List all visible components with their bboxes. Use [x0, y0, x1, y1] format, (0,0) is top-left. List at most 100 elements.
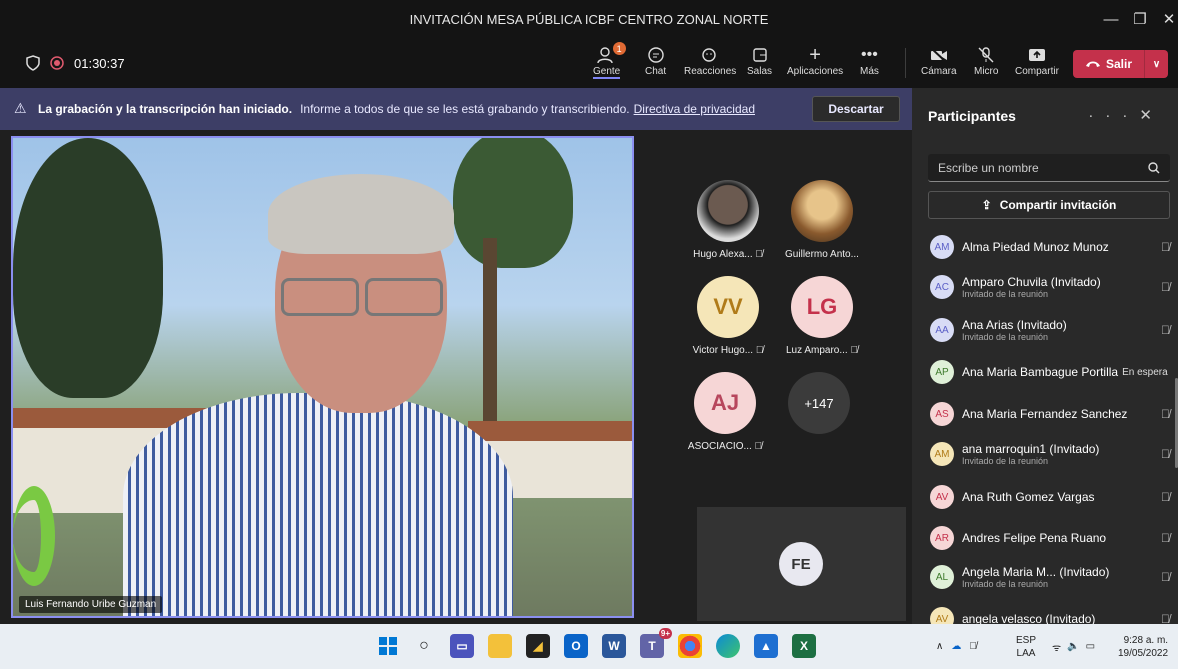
list-item[interactable]: AV Ana Ruth Gomez Vargas 🎙̸ — [930, 485, 1170, 509]
mic-off-icon: 🎙̸ — [850, 345, 858, 356]
avatar — [697, 180, 759, 242]
people-badge: 1 — [612, 42, 626, 55]
search-icon[interactable]: ○ — [412, 634, 436, 658]
start-icon[interactable] — [376, 634, 400, 658]
avatar: LG — [791, 276, 853, 338]
people-button[interactable]: 1 Gente — [593, 42, 626, 79]
list-item[interactable]: AM ana marroquin1 (Invitado) Invitado de … — [930, 442, 1170, 466]
chrome-icon[interactable] — [678, 634, 702, 658]
mic-off-icon — [978, 44, 994, 66]
status-icons[interactable]: ᯤ 🔈 ▭ — [1052, 624, 1095, 669]
teams-badge: 9+ — [658, 628, 672, 639]
sticky-notes-icon[interactable]: ◢ — [526, 634, 550, 658]
apps-button[interactable]: + Aplicaciones — [787, 43, 843, 78]
avatar: AL — [930, 565, 954, 589]
avatar — [791, 180, 853, 242]
photos-icon[interactable]: ▲ — [754, 634, 778, 658]
participant-list: AM Alma Piedad Munoz Munoz 🎙̸ AC Amparo … — [912, 230, 1178, 624]
avatar: AC — [930, 275, 954, 299]
word-icon[interactable]: W — [602, 634, 626, 658]
participant-name: Angela Maria M... (Invitado) — [962, 565, 1110, 579]
teams-icon[interactable]: T 9+ — [640, 628, 672, 658]
list-item[interactable]: AV angela velasco (Invitado) 🎙̸ — [930, 607, 1170, 624]
participant-tile[interactable]: Hugo Alexa... 🎙̸ — [683, 180, 773, 260]
list-item[interactable]: AL Angela Maria M... (Invitado) Invitado … — [930, 565, 1170, 589]
system-tray: ∧ ☁ 🎙̸ — [936, 624, 977, 669]
more-icon: ••• — [861, 46, 878, 63]
chevron-down-icon: ∨ — [1152, 58, 1161, 70]
list-item[interactable]: AS Ana Maria Fernandez Sanchez 🎙̸ — [930, 402, 1170, 426]
privacy-link[interactable]: Directiva de privacidad — [634, 102, 755, 116]
share-invitation-button[interactable]: ⇪ Compartir invitación — [928, 191, 1170, 219]
participant-tile[interactable]: VV Victor Hugo... 🎙̸ — [683, 276, 773, 356]
participant-name: Ana Arias (Invitado) — [962, 318, 1067, 332]
share-button[interactable]: Compartir — [1015, 44, 1059, 77]
avatar: VV — [697, 276, 759, 338]
reactions-button[interactable]: Reacciones — [684, 44, 736, 77]
chevron-up-icon[interactable]: ∧ — [936, 641, 943, 652]
main-video[interactable]: Luis Fernando Uribe Guzman — [11, 136, 634, 618]
meeting-toolbar: 01:30:37 1 Gente Chat Reacciones Salas +… — [0, 38, 1178, 88]
battery-icon: ▭ — [1085, 641, 1096, 652]
language-layout: LAA — [1016, 647, 1036, 659]
panel-title: Participantes — [928, 108, 1016, 124]
clock-time: 9:28 a. m. — [1123, 634, 1169, 646]
avatar: AR — [930, 526, 954, 550]
participant-tile[interactable]: AJ ASOCIACIO... 🎙̸ — [680, 372, 770, 452]
participant-tile[interactable]: LG Luz Amparo... 🎙̸ — [777, 276, 867, 356]
dismiss-button[interactable]: Descartar — [812, 96, 900, 122]
list-item[interactable]: AP Ana Maria Bambague Portilla En espera — [930, 360, 1170, 384]
plus-icon: + — [809, 43, 821, 66]
window-title: INVITACIÓN MESA PÚBLICA ICBF CENTRO ZONA… — [409, 11, 769, 27]
speaker-hair — [268, 174, 454, 254]
file-explorer-icon[interactable] — [488, 634, 512, 658]
onedrive-icon[interactable]: ☁ — [951, 641, 961, 652]
participant-name: angela velasco (Invitado) — [962, 612, 1096, 624]
overflow-participants-button[interactable]: +147 — [788, 372, 850, 434]
participant-search-input[interactable]: Escribe un nombre — [928, 154, 1170, 182]
chat-button[interactable]: Chat — [645, 44, 666, 77]
rooms-button[interactable]: Salas — [747, 44, 772, 77]
mic-button[interactable]: Micro — [974, 44, 998, 77]
participant-name: Ana Maria Bambague Portilla — [962, 365, 1119, 379]
mic-off-icon: 🎙̸ — [755, 249, 763, 260]
list-item[interactable]: AC Amparo Chuvila (Invitado) Invitado de … — [930, 275, 1170, 299]
tile-name: Hugo Alexa... — [693, 249, 753, 260]
tile-name: Luz Amparo... — [786, 345, 848, 356]
edge-icon[interactable] — [716, 634, 740, 658]
wifi-icon: ᯤ — [1052, 642, 1062, 654]
list-item[interactable]: AM Alma Piedad Munoz Munoz 🎙̸ — [930, 235, 1170, 259]
clock[interactable]: 9:28 a. m. 19/05/2022 — [1118, 624, 1168, 669]
scene-roof — [468, 421, 632, 441]
list-item[interactable]: AR Andres Felipe Pena Ruano 🎙̸ — [930, 526, 1170, 550]
taskbar: ○ ▭ ◢ O W T 9+ ▲ X ∧ ☁ 🎙̸ ESP LAA ᯤ 🔈 ▭ 9… — [0, 624, 1178, 669]
share-icon — [1028, 44, 1046, 66]
avatar: AJ — [694, 372, 756, 434]
share-label: Compartir — [1015, 66, 1059, 77]
more-options-icon[interactable]: ··· — [1088, 107, 1139, 124]
meeting-timer: 01:30:37 — [74, 55, 125, 71]
panel-controls: ···✕ — [1088, 106, 1164, 124]
close-button[interactable]: ✕ — [1150, 0, 1178, 38]
participant-name: Andres Felipe Pena Ruano — [962, 531, 1107, 545]
chat-app-icon[interactable]: ▭ — [450, 634, 474, 658]
self-view[interactable]: FE — [697, 507, 906, 621]
speaker-nameplate: Luis Fernando Uribe Guzman — [19, 596, 163, 613]
recording-icon — [50, 56, 64, 70]
speaker-shirt — [123, 393, 513, 616]
more-label: Más — [860, 66, 879, 77]
leave-button[interactable]: Salir ∨ — [1073, 50, 1168, 78]
outlook-icon[interactable]: O — [564, 634, 588, 658]
close-icon[interactable]: ✕ — [1139, 107, 1164, 124]
more-button[interactable]: ••• Más — [860, 44, 879, 77]
language-indicator[interactable]: ESP LAA — [1016, 624, 1036, 669]
leave-main[interactable]: Salir — [1073, 57, 1144, 71]
mic-off-icon: 🎙̸ — [754, 441, 763, 452]
mic-off-icon[interactable]: 🎙̸ — [969, 641, 977, 652]
excel-icon[interactable]: X — [792, 634, 816, 658]
leave-dropdown[interactable]: ∨ — [1144, 50, 1168, 78]
list-item[interactable]: AA Ana Arias (Invitado) Invitado de la re… — [930, 318, 1170, 342]
camera-button[interactable]: Cámara — [921, 44, 957, 77]
participant-tile[interactable]: Guillermo Anto... — [777, 180, 867, 260]
tile-name: Victor Hugo... — [692, 345, 754, 356]
